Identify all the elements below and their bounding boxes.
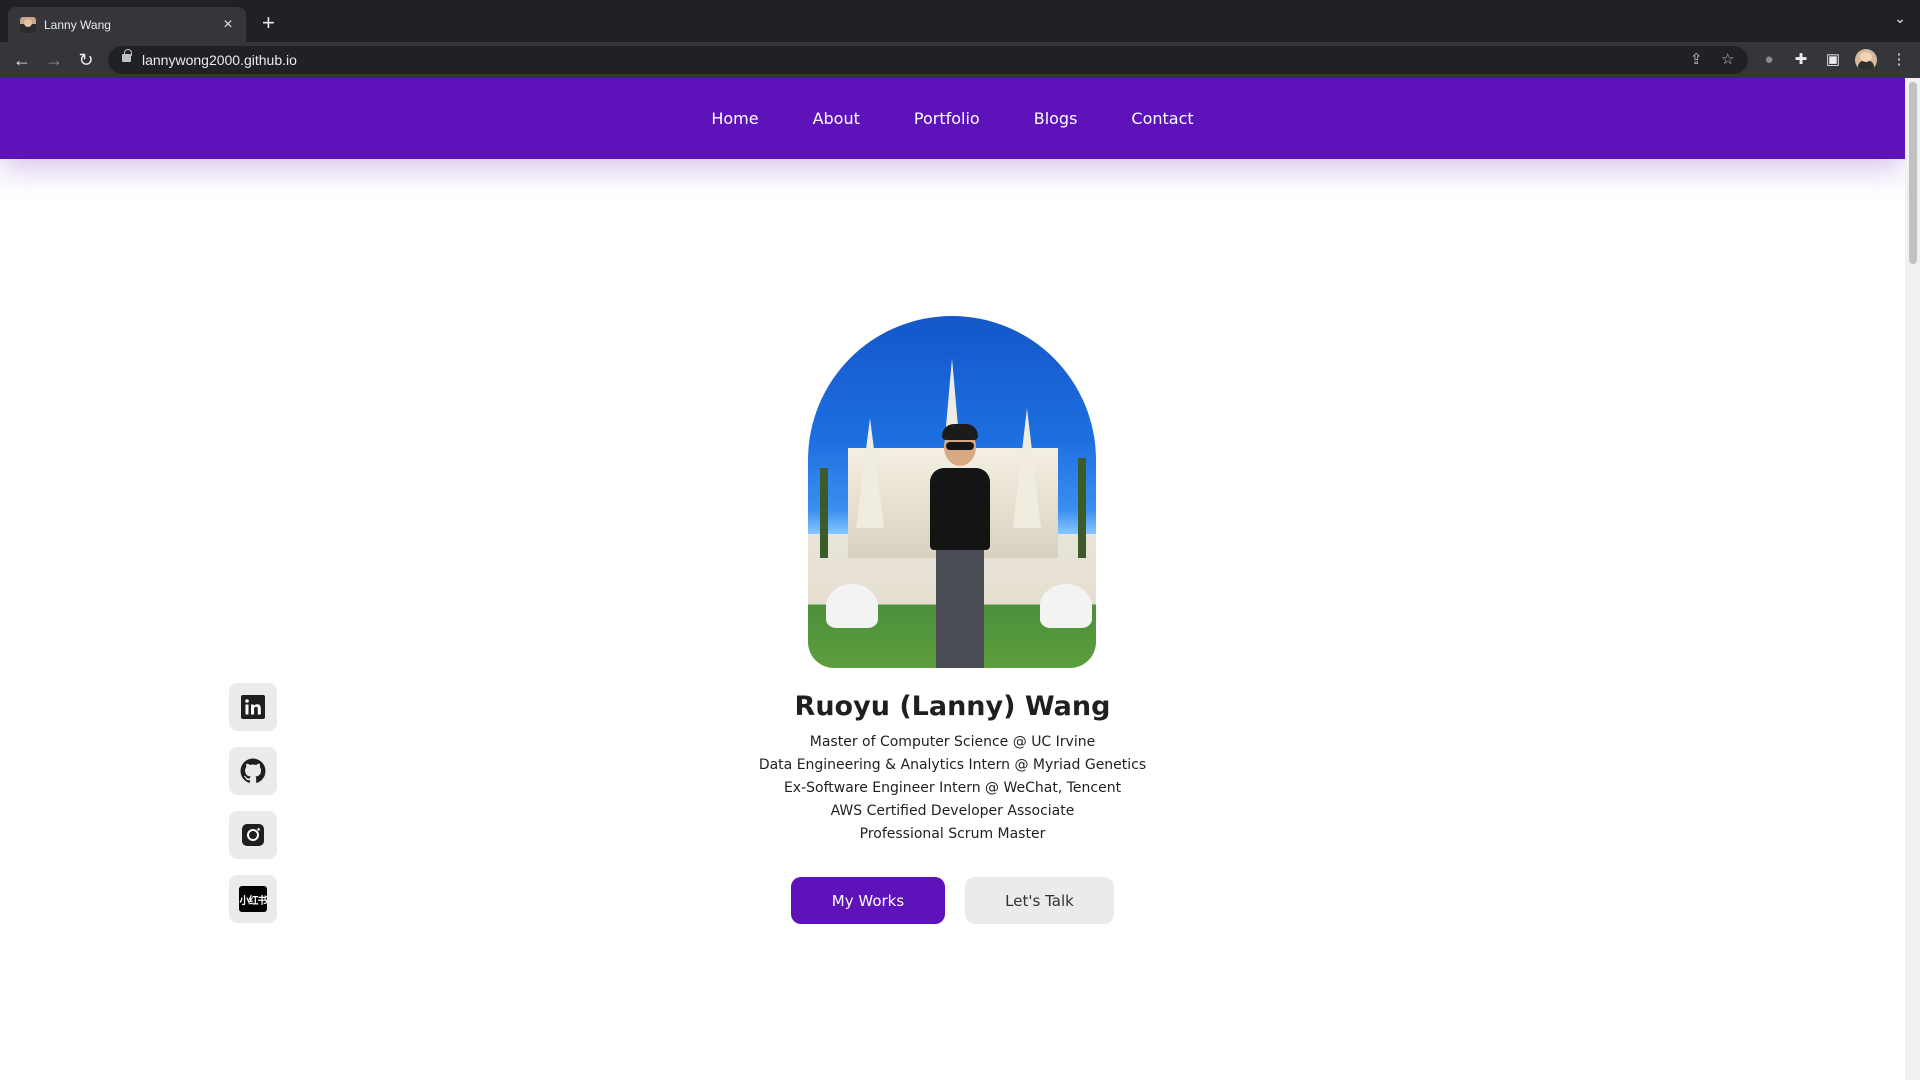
nav-portfolio[interactable]: Portfolio <box>914 109 980 128</box>
github-link[interactable] <box>229 747 277 795</box>
hero-line: Ex-Software Engineer Intern @ WeChat, Te… <box>783 780 1122 796</box>
tab-search-icon[interactable]: ⌄ <box>1894 10 1906 27</box>
main-nav: Home About Portfolio Blogs Contact <box>0 78 1905 159</box>
lets-talk-button[interactable]: Let's Talk <box>965 877 1114 924</box>
reload-icon[interactable]: ↻ <box>74 48 98 72</box>
instagram-icon <box>242 824 264 846</box>
profile-photo <box>808 316 1096 668</box>
forward-icon[interactable]: → <box>42 48 66 72</box>
hero-line: AWS Certified Developer Associate <box>830 803 1075 819</box>
scrollbar-thumb[interactable] <box>1909 82 1917 264</box>
bookmark-star-icon[interactable]: ☆ <box>1721 50 1734 70</box>
github-icon <box>240 758 266 783</box>
hero-subtitles: Master of Computer Science @ UC Irvine D… <box>0 731 1905 846</box>
hero-name: Ruoyu (Lanny) Wang <box>794 691 1111 722</box>
browser-tab[interactable]: Lanny Wang × <box>8 7 246 42</box>
extensions-puzzle-icon[interactable]: ✚ <box>1790 49 1812 71</box>
url-text[interactable]: lannywong2000.github.io <box>142 52 297 68</box>
statue-left <box>826 584 878 628</box>
new-tab-icon[interactable]: + <box>262 12 275 34</box>
favicon-icon <box>20 16 36 33</box>
back-icon[interactable]: ← <box>10 48 34 72</box>
share-icon[interactable]: ⇪ <box>1690 50 1703 70</box>
nav-home[interactable]: Home <box>711 109 758 128</box>
linkedin-icon <box>241 695 265 719</box>
statue-right <box>1040 584 1092 628</box>
hero-line: Professional Scrum Master <box>859 826 1046 842</box>
lock-icon <box>122 49 132 62</box>
nav-blogs[interactable]: Blogs <box>1034 109 1078 128</box>
my-works-button[interactable]: My Works <box>791 877 945 924</box>
hero-line: Data Engineering & Analytics Intern @ My… <box>758 757 1147 773</box>
site-header: Home About Portfolio Blogs Contact <box>0 78 1905 159</box>
page-viewport: Home About Portfolio Blogs Contact Ruoyu… <box>0 78 1920 1080</box>
browser-toolbar: ← → ↻ lannywong2000.github.io ⇪ ☆ ● ✚ ▣ … <box>0 42 1920 78</box>
xiaohongshu-icon: 小红书 <box>239 886 268 912</box>
extension-icon[interactable]: ● <box>1758 49 1780 71</box>
person <box>930 424 990 668</box>
linkedin-link[interactable] <box>229 683 277 731</box>
nav-contact[interactable]: Contact <box>1131 109 1193 128</box>
profile-avatar[interactable] <box>1855 49 1877 71</box>
nav-about[interactable]: About <box>813 109 860 128</box>
page-scrollbar[interactable] <box>1905 78 1920 1080</box>
tab-title: Lanny Wang <box>44 17 111 32</box>
hero-line: Master of Computer Science @ UC Irvine <box>809 734 1096 750</box>
browser-tabstrip: Lanny Wang × + ⌄ <box>0 0 1920 42</box>
xiaohongshu-link[interactable]: 小红书 <box>229 875 277 923</box>
instagram-link[interactable] <box>229 811 277 859</box>
close-tab-icon[interactable]: × <box>220 16 236 33</box>
menu-kebab-icon[interactable]: ⋮ <box>1888 49 1910 71</box>
address-bar[interactable]: lannywong2000.github.io ⇪ ☆ <box>108 46 1748 74</box>
side-panel-icon[interactable]: ▣ <box>1822 49 1844 71</box>
